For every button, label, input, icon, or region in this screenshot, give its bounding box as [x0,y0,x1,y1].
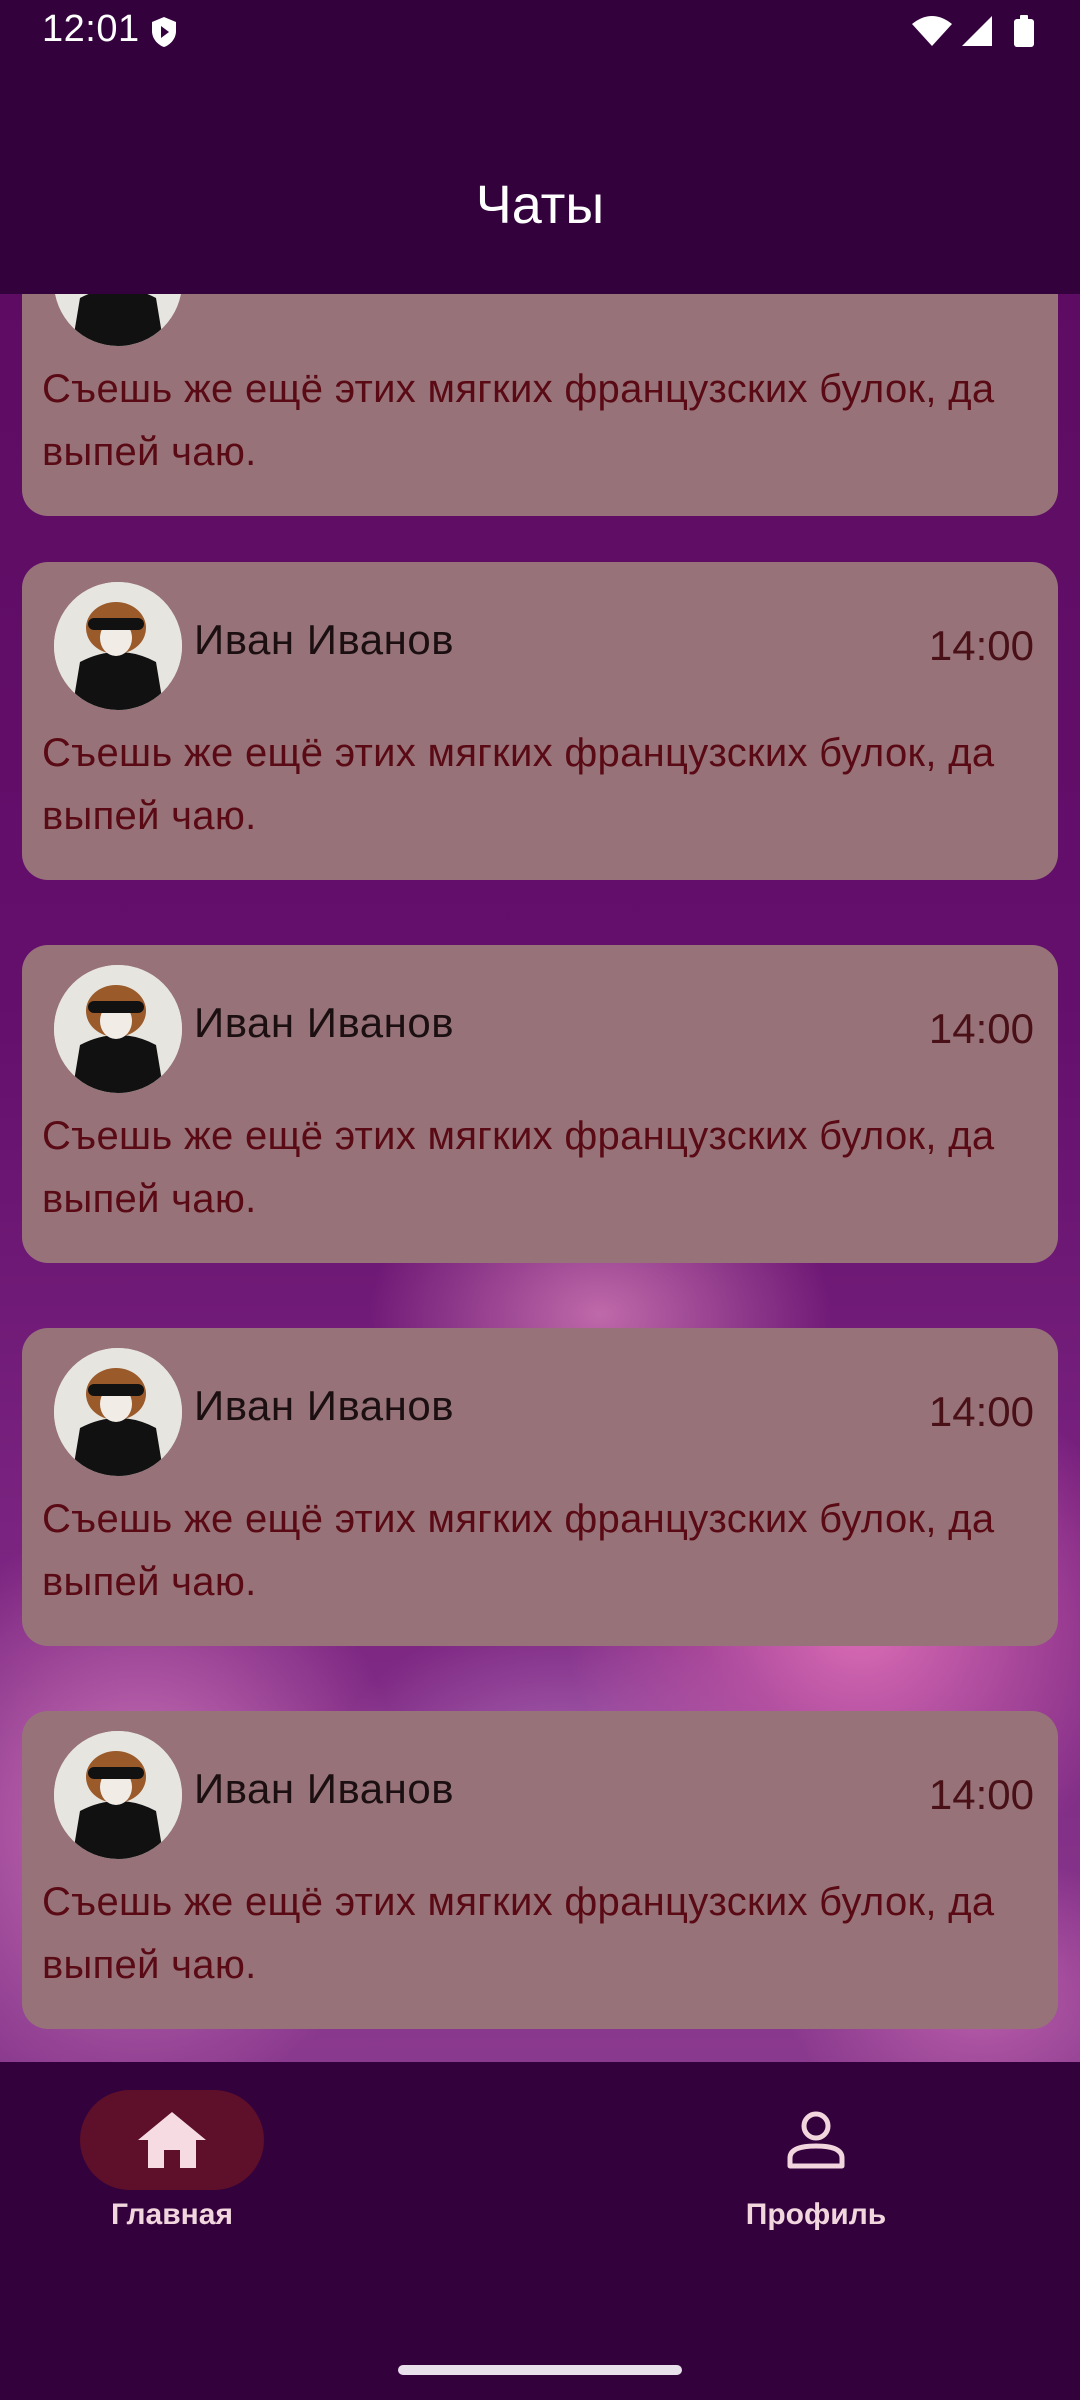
dog-avatar-image [54,294,182,346]
chat-item[interactable]: Иван Иванов 14:00 Съешь же ещё этих мягк… [22,945,1058,1263]
signal-icon [962,16,992,46]
chat-time: 14:00 [928,1771,1034,1818]
avatar[interactable] [54,294,182,346]
dog-avatar-image [54,1348,182,1476]
status-icons [912,15,1034,47]
chat-name: Иван Иванов [194,616,455,663]
home-indicator[interactable] [398,2365,682,2375]
nav-label-profile: Профиль [745,2198,887,2231]
avatar[interactable] [54,1348,182,1476]
nav-label-home: Главная [110,2198,233,2231]
dog-avatar-image [54,1731,182,1859]
top-app-bar: Чаты [0,62,1080,294]
nav-item-home[interactable]: Главная [0,2090,300,2231]
nav-item-profile[interactable]: Профиль [644,2090,944,2231]
chat-list[interactable]: Съешь же ещё этих мягких французских бул… [0,294,1080,2062]
chat-name: Иван Иванов [194,1382,455,1429]
person-icon [787,2111,845,2169]
avatar[interactable] [54,965,182,1093]
chat-name: Иван Иванов [194,1765,455,1812]
status-time: 12:01 [42,8,140,50]
chat-time: 14:00 [928,1005,1034,1052]
status-bar: 12:01 [0,0,1080,62]
avatar[interactable] [54,1731,182,1859]
chat-item[interactable]: Иван Иванов 14:00 Съешь же ещё этих мягк… [22,1328,1058,1646]
dog-avatar-image [54,965,182,1093]
chat-item[interactable]: Иван Иванов 14:00 Съешь же ещё этих мягк… [22,1711,1058,2029]
chat-message: Съешь же ещё этих мягких французских бул… [42,731,995,838]
chat-message: Съешь же ещё этих мягких французских бул… [42,1880,995,1987]
chat-message: Съешь же ещё этих мягких французских бул… [42,1114,995,1221]
wifi-icon [912,16,952,46]
home-icon [138,2112,206,2168]
chat-name: Иван Иванов [194,999,455,1046]
bottom-navigation: Главная Профиль [0,2062,1080,2400]
page-title: Чаты [475,175,605,235]
battery-icon [1014,15,1034,47]
chat-time: 14:00 [928,622,1034,669]
chat-item[interactable]: Иван Иванов 14:00 Съешь же ещё этих мягк… [22,562,1058,880]
chat-time: 14:00 [928,1388,1034,1435]
shield-icon [152,17,176,47]
chat-item[interactable]: Съешь же ещё этих мягких французских бул… [22,294,1058,516]
avatar[interactable] [54,582,182,710]
chat-message: Съешь же ещё этих мягких французских бул… [42,1497,995,1604]
dog-avatar-image [54,582,182,710]
chat-message: Съешь же ещё этих мягких французских бул… [42,367,995,474]
